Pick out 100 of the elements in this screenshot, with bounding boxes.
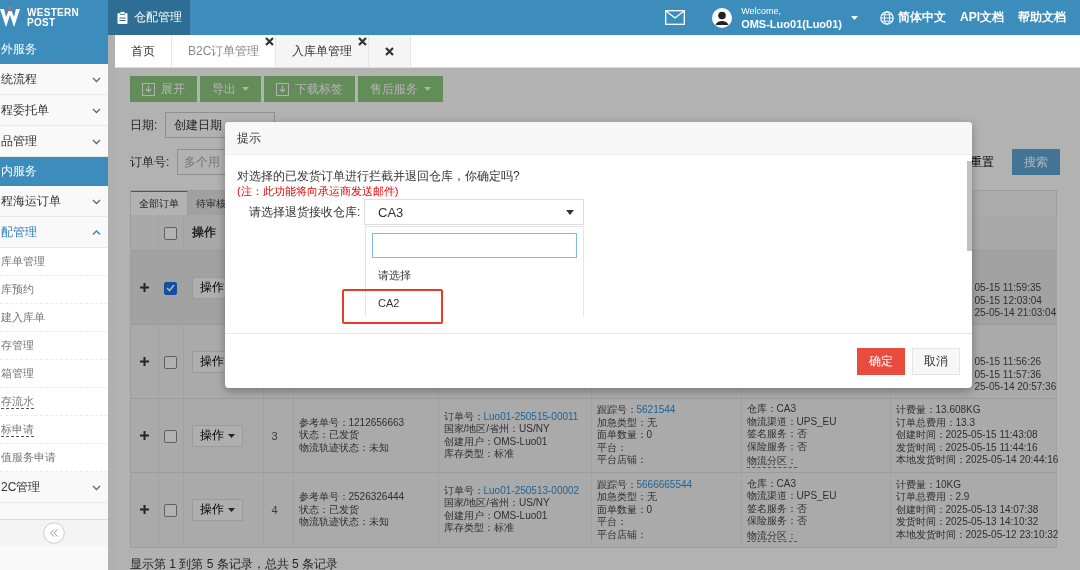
field-label: 跟踪号： bbox=[596, 478, 637, 490]
detail-text: 本地发货时间：2025-05-14 20:44:16 bbox=[895, 454, 1056, 467]
row-checkbox[interactable] bbox=[164, 503, 177, 517]
dropdown-option[interactable]: CA2 bbox=[366, 289, 583, 316]
cancel-button[interactable]: 取消 bbox=[912, 347, 960, 375]
warehouse-select[interactable]: CA3 bbox=[364, 199, 584, 225]
page-tab[interactable]: 入库单管理 bbox=[276, 35, 370, 67]
sidebar-subitem[interactable]: 存流水 bbox=[1, 394, 34, 409]
detail-text: 物流分区： bbox=[746, 455, 797, 468]
detail-text: 发货时间：2025-05-15 11:44:16 bbox=[895, 441, 1039, 454]
detail-text: 库存类型：标准 bbox=[443, 448, 515, 461]
detail-text: 加急类型：无 bbox=[596, 416, 658, 430]
sidebar-subitem[interactable]: 箱管理 bbox=[1, 366, 34, 381]
dropdown-search-field[interactable] bbox=[372, 233, 577, 258]
mail-icon bbox=[665, 10, 686, 25]
detail-text: 平台店铺： bbox=[596, 454, 648, 467]
detail-text: 05-15 11:59:35 bbox=[974, 282, 1043, 295]
detail-text: 物流分区： bbox=[746, 529, 797, 542]
detail-text: 订单总费用：2.9 bbox=[895, 491, 971, 504]
plus-icon bbox=[139, 431, 149, 440]
detail-text: 加急类型：无 bbox=[596, 491, 658, 504]
detail-text: 国家/地区/省州：US/NY bbox=[443, 423, 551, 436]
status-tab[interactable]: 全部订单 bbox=[131, 191, 188, 215]
dropdown-option[interactable]: 请选择 bbox=[366, 261, 583, 289]
chevron-down-icon bbox=[92, 106, 101, 114]
close-all-tab[interactable] bbox=[369, 35, 412, 67]
detail-text: 面单数量：0 bbox=[596, 503, 654, 516]
chevron-up-icon bbox=[92, 228, 101, 236]
detail-text: 签名服务：否 bbox=[746, 502, 808, 515]
dialog-title: 提示 bbox=[225, 122, 972, 155]
warning-note: (注：此功能将向承运商发送邮件) bbox=[237, 184, 400, 198]
detail-text: 创建时间：2025-05-15 11:43:08 bbox=[895, 429, 1039, 442]
column-header: 操作 bbox=[190, 225, 216, 239]
operation-button[interactable]: 操作 bbox=[191, 498, 243, 521]
sidebar-subitem[interactable]: 标申请 bbox=[1, 422, 34, 437]
order-link[interactable]: 5621544 bbox=[636, 404, 676, 416]
row-number: 3 bbox=[271, 429, 278, 442]
detail-text: 计费量：13.608KG bbox=[895, 404, 982, 417]
field-label: 订单号: bbox=[130, 153, 170, 171]
detail-text: 平台店铺： bbox=[596, 528, 648, 541]
user-name[interactable]: OMS-Luo01(Luo01) bbox=[741, 17, 842, 31]
logo-icon bbox=[0, 6, 20, 29]
order-link[interactable]: Luo01-250515-00011 bbox=[483, 410, 579, 422]
detail-text: 物流渠道：UPS_EU bbox=[746, 415, 838, 429]
confirm-button[interactable]: 确定 bbox=[857, 347, 905, 375]
detail-text: 参考单号：1212656663 bbox=[298, 416, 406, 429]
chevron-down-icon bbox=[92, 75, 101, 83]
detail-text: 发货时间：2025-05-13 14:10:32 bbox=[895, 516, 1040, 529]
field-label: 订单号： bbox=[443, 484, 484, 496]
detail-text: 计费量：10KG bbox=[895, 478, 963, 491]
logo-text: WESTERN bbox=[27, 7, 80, 18]
page-tab[interactable]: 首页 bbox=[115, 35, 172, 67]
row-number: 4 bbox=[271, 503, 278, 516]
row-checkbox[interactable] bbox=[164, 355, 177, 369]
sidebar-item[interactable]: 程海运订单 bbox=[0, 186, 108, 217]
detail-text: 05-15 11:56:26 bbox=[974, 356, 1043, 369]
caret-icon bbox=[227, 433, 235, 438]
detail-text: 创建时间：2025-05-13 14:07:38 bbox=[895, 503, 1040, 516]
chevron-down-icon bbox=[92, 197, 101, 205]
field-label: 日期: bbox=[130, 116, 158, 134]
header-link[interactable]: 帮助文档 bbox=[1018, 9, 1066, 26]
page-tab[interactable]: B2C订单管理 bbox=[172, 35, 277, 67]
detail-text: 物流渠道：UPS_EU bbox=[746, 490, 838, 503]
operation-button[interactable]: 操作 bbox=[191, 424, 243, 447]
close-icon bbox=[385, 46, 395, 56]
chevron-down-icon bbox=[92, 137, 101, 145]
sidebar-item[interactable]: 统流程 bbox=[0, 64, 108, 95]
dialog-message: 对选择的已发货订单进行拦截并退回仓库，你确定吗? bbox=[237, 169, 521, 184]
sidebar-subitem[interactable]: 存管理 bbox=[1, 338, 34, 353]
sidebar-subitem[interactable]: 库预约 bbox=[1, 282, 34, 297]
chevron-down-icon bbox=[92, 483, 101, 491]
detail-text: 保险服务：否 bbox=[746, 515, 808, 528]
sidebar-item[interactable]: 程委托单 bbox=[0, 95, 108, 126]
plus-icon bbox=[139, 357, 149, 366]
clipboard-icon bbox=[116, 11, 128, 24]
detail-text: 仓库：CA3 bbox=[746, 403, 797, 416]
detail-text: 签名服务：否 bbox=[746, 428, 808, 441]
caret-icon bbox=[227, 507, 235, 512]
detail-text: 25-05-14 21:03:04 bbox=[974, 307, 1056, 320]
select-all-checkbox[interactable] bbox=[164, 226, 177, 240]
header-link[interactable]: API文档 bbox=[960, 9, 1004, 26]
detail-text: 创建用户：OMS-Luo01 bbox=[443, 435, 549, 448]
detail-text: 物流轨迹状态：未知 bbox=[298, 441, 390, 455]
row-checkbox[interactable] bbox=[164, 429, 177, 443]
row-checkbox[interactable] bbox=[164, 281, 177, 295]
download-icon bbox=[142, 82, 155, 96]
check-icon bbox=[166, 284, 175, 293]
language-link[interactable]: 简体中文 bbox=[898, 9, 946, 26]
sidebar-item[interactable]: 2C管理 bbox=[0, 472, 108, 503]
order-link[interactable]: Luo01-250513-00002 bbox=[483, 484, 580, 496]
sidebar-section: 外服务 bbox=[0, 35, 108, 64]
detail-text: 保险服务：否 bbox=[746, 440, 808, 454]
order-link[interactable]: 5666665544 bbox=[636, 478, 693, 490]
field-label: 请选择退货接收仓库: bbox=[249, 203, 362, 221]
detail-text: 本地发货时间：2025-05-12 23:10:32 bbox=[895, 528, 1056, 541]
pagination-info: 显示第 1 到第 5 条记录，总共 5 条记录 bbox=[130, 555, 340, 570]
plus-icon bbox=[139, 283, 149, 292]
caret-icon bbox=[851, 15, 858, 20]
plus-icon bbox=[139, 505, 149, 515]
nav-tab[interactable]: 仓配管理 bbox=[108, 0, 190, 35]
